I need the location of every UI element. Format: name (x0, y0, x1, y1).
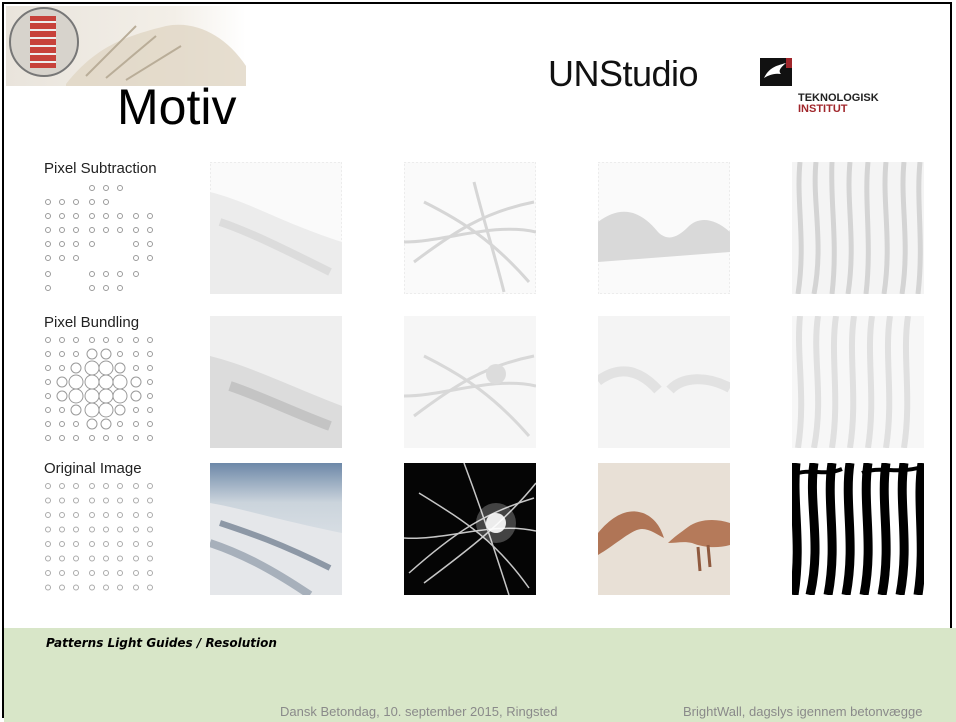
institute-name-line2: INSTITUT (798, 103, 848, 115)
unstudio-logo: UNStudio (548, 53, 699, 94)
original-image-hands (598, 463, 730, 595)
original-image-clouds (210, 463, 342, 595)
pixel-bundling-dot-diagram (45, 337, 153, 441)
row-label-pixel-subtraction: Pixel Subtraction (44, 160, 157, 177)
subtraction-tile-hands (598, 162, 730, 294)
footer-caption: Patterns Light Guides / Resolution (46, 636, 277, 650)
subtraction-tile-light-streaks (404, 162, 536, 294)
slide: Motiv UNStudio TEKNOLOGISK INSTITUT Pixe… (0, 0, 956, 722)
bundling-tile-light-streaks (404, 316, 536, 448)
subtraction-tile-clouds (210, 162, 342, 294)
footer-event-text: Dansk Betondag, 10. september 2015, Ring… (280, 704, 558, 719)
pixel-subtraction-dot-diagram (45, 185, 153, 291)
bundling-tile-hands (598, 316, 730, 448)
bundling-tile-zebra (792, 316, 924, 448)
slide-title: Motiv (117, 79, 237, 135)
footer-project-text: BrightWall, dagslys igennem betonvægge (683, 704, 923, 719)
original-image-dot-diagram (45, 483, 153, 591)
subtraction-tile-zebra (792, 162, 924, 294)
bundling-tile-clouds (210, 316, 342, 448)
row-label-original-image: Original Image (44, 460, 142, 477)
row-label-pixel-bundling: Pixel Bundling (44, 314, 140, 331)
institute-logo-text: TEKNOLOGISK INSTITUT (798, 93, 879, 115)
original-image-zebra (792, 463, 924, 595)
bird-icon (760, 58, 792, 86)
original-image-light-streaks (404, 463, 536, 595)
